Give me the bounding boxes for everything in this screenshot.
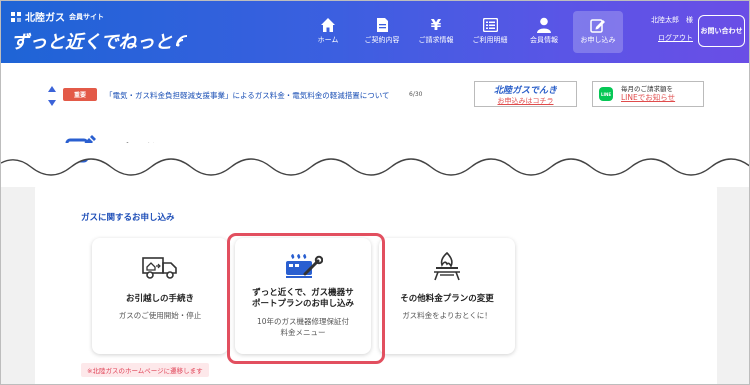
brand-company: 北陸ガス xyxy=(25,13,65,24)
moving-procedure-card[interactable]: お引越しの手続き ガスのご使用開始・停止 xyxy=(92,238,228,354)
user-name: 北陸太郎 様 xyxy=(651,16,693,24)
brand-logo[interactable]: 北陸ガス 会員サイト ずっと近くでねっと xyxy=(11,9,189,54)
gas-denki-banner-link: お申込みはコチラ xyxy=(497,96,554,105)
yen-icon: ¥ xyxy=(430,16,442,34)
down-arrow-icon xyxy=(48,100,56,106)
list-icon xyxy=(482,15,498,35)
gas-denki-banner[interactable]: 北陸ガスでんき お申込みはコチラ xyxy=(474,81,577,107)
line-banner-link: LINEでお知らせ xyxy=(621,93,676,103)
pencil-square-icon xyxy=(590,15,606,35)
up-arrow-icon xyxy=(48,86,56,92)
nav-home[interactable]: ホーム xyxy=(301,11,355,53)
nav-usage-label: ご利用明細 xyxy=(472,36,508,44)
gas-burner-icon xyxy=(430,252,464,282)
brand-subtitle: 会員サイト xyxy=(69,12,104,21)
document-icon xyxy=(376,15,389,35)
line-app-icon: LINE xyxy=(599,87,613,101)
line-notify-banner[interactable]: LINE 毎月のご請求額を LINEでお知らせ xyxy=(592,81,704,107)
brand-name: ずっと近くでねっと xyxy=(11,32,173,53)
notice-link[interactable]: 「電気・ガス料金負担軽減支援事業」によるガス料金・電気料金の軽減措置について xyxy=(105,90,390,101)
highlight-frame xyxy=(227,233,385,364)
nav-application-label: お申し込み xyxy=(580,36,616,44)
site-header: 北陸ガス 会員サイト ずっと近くでねっと ホーム ご契約内容 ¥ ご請求情報 ご… xyxy=(1,1,749,63)
ticker-arrows[interactable] xyxy=(47,85,57,107)
other-plan-card-desc: ガス料金をよりおとくに！ xyxy=(402,311,492,321)
person-icon xyxy=(537,15,551,35)
gas-denki-banner-title: 北陸ガスでんき xyxy=(493,85,557,96)
page-frame: 北陸ガス 会員サイト ずっと近くでねっと ホーム ご契約内容 ¥ ご請求情報 ご… xyxy=(0,0,750,385)
moving-card-desc: ガスのご使用開始・停止 xyxy=(118,311,202,321)
moving-card-title: お引越しの手続き xyxy=(125,294,194,304)
nav-member[interactable]: 会員情報 xyxy=(517,11,571,53)
section-title: ガスに関するお申し込み xyxy=(81,213,175,223)
wifi-signal-icon xyxy=(176,35,188,47)
nav-application[interactable]: お申し込み xyxy=(573,11,623,53)
moving-truck-icon xyxy=(142,252,178,282)
external-link-note: ※北陸ガスのホームページに遷移します xyxy=(81,363,209,377)
nav-billing-label: ご請求情報 xyxy=(418,36,454,44)
nav-contract-label: ご契約内容 xyxy=(364,36,400,44)
hokuriku-gas-mark-icon xyxy=(11,11,21,22)
home-icon xyxy=(320,15,336,35)
important-badge: 重要 xyxy=(63,88,97,101)
logout-link[interactable]: ログアウト xyxy=(645,33,693,43)
main-nav: ホーム ご契約内容 ¥ ご請求情報 ご利用明細 会員情報 お申し込み xyxy=(301,11,623,53)
contact-button[interactable]: お問い合わせ xyxy=(698,15,745,47)
nav-contract[interactable]: ご契約内容 xyxy=(355,11,409,53)
nav-billing[interactable]: ¥ ご請求情報 xyxy=(409,11,463,53)
other-plan-card[interactable]: その他料金プランの変更 ガス料金をよりおとくに！ xyxy=(379,238,515,354)
notice-bar: 重要 「電気・ガス料金負担軽減支援事業」によるガス料金・電気料金の軽減措置につい… xyxy=(1,63,749,127)
nav-home-label: ホーム xyxy=(317,36,339,44)
user-block: 北陸太郎 様 ログアウト xyxy=(645,15,693,43)
other-plan-card-title: その他料金プランの変更 xyxy=(400,294,494,304)
notice-date: 6/30 xyxy=(409,91,423,98)
nav-usage[interactable]: ご利用明細 xyxy=(463,11,517,53)
nav-member-label: 会員情報 xyxy=(530,36,558,44)
